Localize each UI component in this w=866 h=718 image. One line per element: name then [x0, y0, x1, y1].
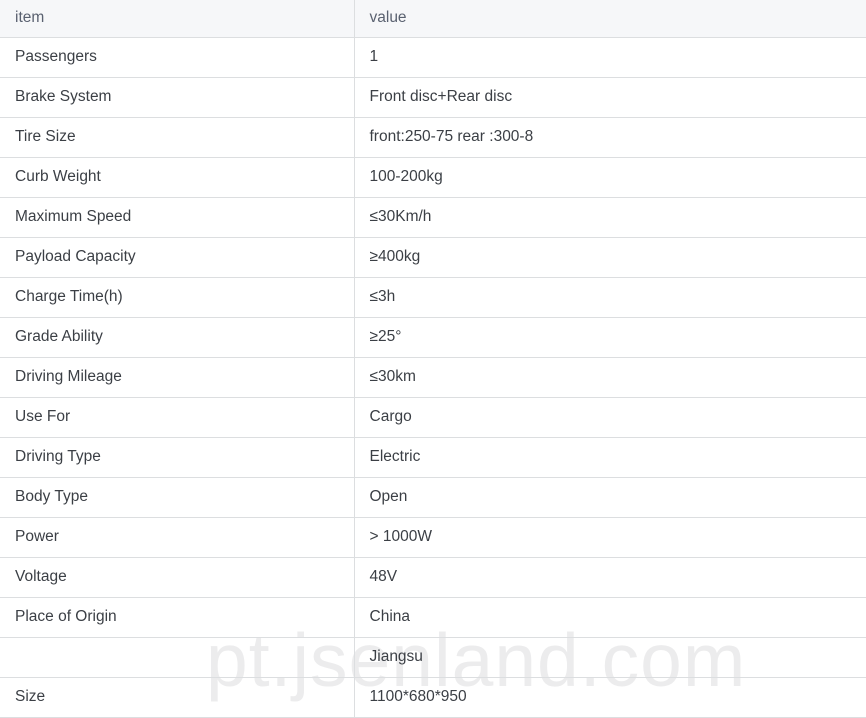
column-header-item: item: [0, 0, 355, 38]
table-row: Curb Weight 100-200kg: [0, 156, 866, 198]
table-row: Maximum Speed ≤30Km/h: [0, 196, 866, 238]
table-row: Brake System Front disc+Rear disc: [0, 76, 866, 118]
table-cell-item: [0, 636, 355, 678]
table-cell-item: Curb Weight: [0, 156, 355, 198]
table-row: Body Type Open: [0, 476, 866, 518]
table-header: item value: [0, 0, 866, 38]
table-cell-value: ≤30km: [354, 356, 866, 398]
table-cell-item: Power: [0, 516, 355, 558]
table-cell-value: 48V: [354, 556, 866, 598]
table-cell-value: > 1000W: [354, 516, 866, 558]
table-row: Grade Ability ≥25°: [0, 316, 866, 358]
table-cell-item: Size: [0, 676, 355, 718]
table-cell-value: Open: [354, 476, 866, 518]
table-row: Size 1100*680*950: [0, 676, 866, 718]
table-cell-item: Grade Ability: [0, 316, 355, 358]
table-row: Tire Size front:250-75 rear :300-8: [0, 116, 866, 158]
table-row: Driving Mileage ≤30km: [0, 356, 866, 398]
table-cell-item: Voltage: [0, 556, 355, 598]
table-cell-value: China: [354, 596, 866, 638]
table-cell-value: Jiangsu: [354, 636, 866, 678]
table-cell-item: Body Type: [0, 476, 355, 518]
table-cell-item: Place of Origin: [0, 596, 355, 638]
table-cell-value: ≥25°: [354, 316, 866, 358]
table-row: Use For Cargo: [0, 396, 866, 438]
table-row: Place of Origin China: [0, 596, 866, 638]
table-cell-value: Electric: [354, 436, 866, 478]
table-row: Passengers 1: [0, 36, 866, 78]
table-cell-value: front:250-75 rear :300-8: [354, 116, 866, 158]
table-cell-item: Payload Capacity: [0, 236, 355, 278]
table-cell-value: ≤3h: [354, 276, 866, 318]
table-cell-item: Driving Type: [0, 436, 355, 478]
table-row: Jiangsu: [0, 636, 866, 678]
table-cell-value: 1100*680*950: [354, 676, 866, 718]
table-cell-item: Passengers: [0, 36, 355, 78]
table-cell-value: Cargo: [354, 396, 866, 438]
specification-table-container: pt.jsenland.com item value Passengers 1 Br…: [0, 0, 866, 718]
table-cell-value: ≤30Km/h: [354, 196, 866, 238]
table-row: Charge Time(h) ≤3h: [0, 276, 866, 318]
table-row: Voltage 48V: [0, 556, 866, 598]
table-cell-value: 1: [354, 36, 866, 78]
table-cell-value: 100-200kg: [354, 156, 866, 198]
specification-table: item value Passengers 1 Brake System Front …: [0, 0, 866, 718]
table-cell-value: Front disc+Rear disc: [354, 76, 866, 118]
table-cell-item: Maximum Speed: [0, 196, 355, 238]
table-cell-item: Use For: [0, 396, 355, 438]
table-cell-item: Driving Mileage: [0, 356, 355, 398]
column-header-value: value: [354, 0, 866, 38]
table-row: Power > 1000W: [0, 516, 866, 558]
table-cell-value: ≥400kg: [354, 236, 866, 278]
table-row: Payload Capacity ≥400kg: [0, 236, 866, 278]
table-header-row: item value: [0, 0, 866, 38]
table-row: Driving Type Electric: [0, 436, 866, 478]
table-cell-item: Charge Time(h): [0, 276, 355, 318]
table-cell-item: Tire Size: [0, 116, 355, 158]
table-cell-item: Brake System: [0, 76, 355, 118]
table-body: Passengers 1 Brake System Front disc+Rear d…: [0, 36, 866, 718]
